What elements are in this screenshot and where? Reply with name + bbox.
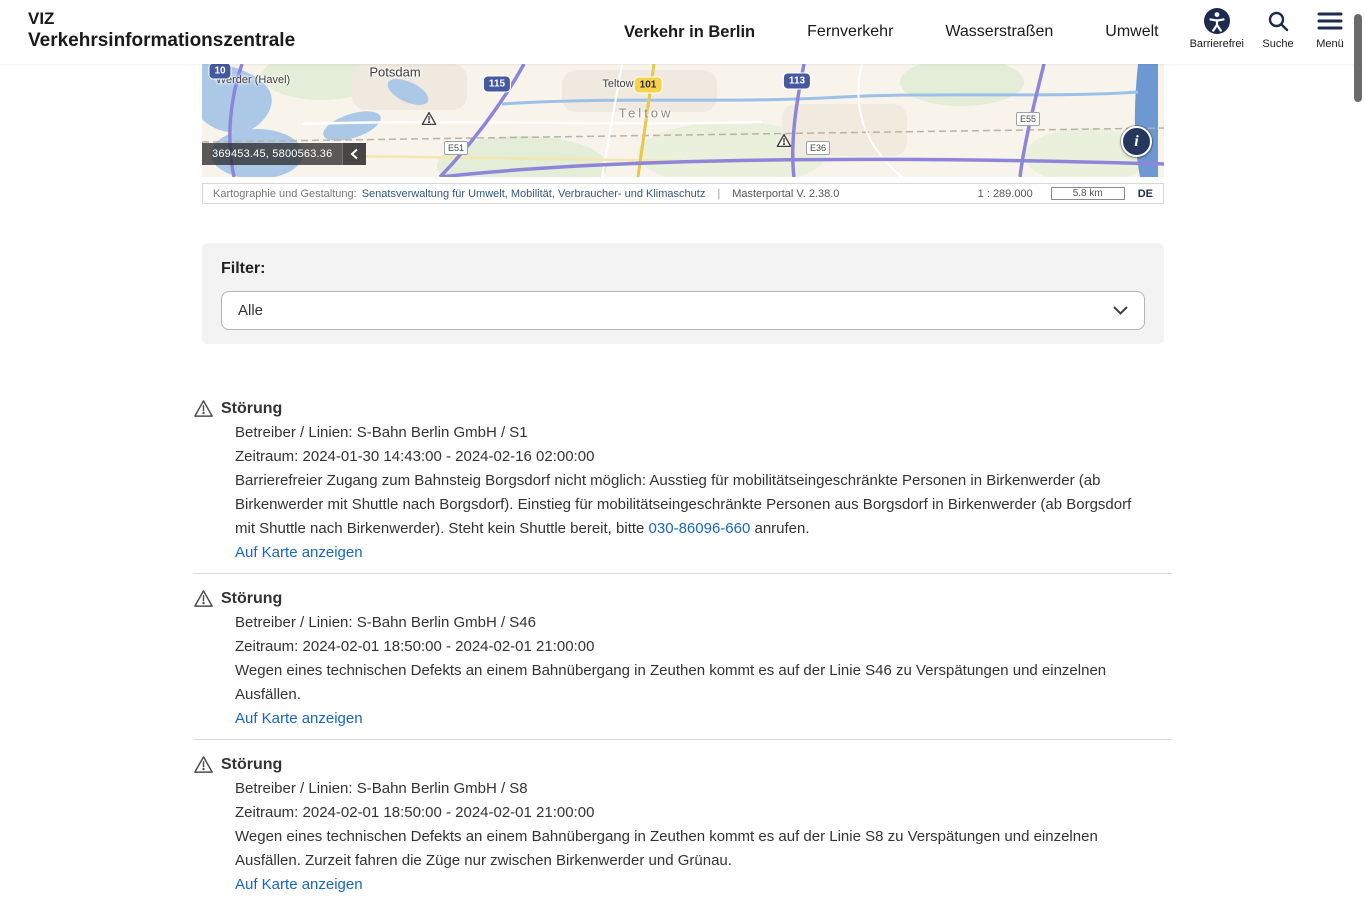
filter-heading: Filter: <box>221 260 1145 278</box>
list-item: Störung Betreiber / Linien: S-Bahn Berli… <box>193 739 1172 905</box>
nav-fernverkehr[interactable]: Fernverkehr <box>807 23 893 41</box>
menu-icon <box>1317 7 1343 35</box>
filter-selected-value: Alle <box>238 302 263 319</box>
header: VIZ Verkehrsinformationszentrale Verkehr… <box>0 0 1364 64</box>
header-tools: Barrierefrei Suche Menü <box>1190 7 1348 50</box>
warning-icon <box>193 399 214 423</box>
show-on-map-link[interactable]: Auf Karte anzeigen <box>235 541 363 565</box>
motorway-shield-a115: 115 <box>484 77 510 92</box>
coordinates-bar: 369453.45, 5800563.36 <box>202 143 366 165</box>
accessibility-icon <box>1203 7 1231 35</box>
nav-verkehr-in-berlin[interactable]: Verkehr in Berlin <box>624 23 755 42</box>
entry-operator: Betreiber / Linien: S-Bahn Berlin GmbH /… <box>235 777 1172 801</box>
entry-title: Störung <box>221 753 1172 777</box>
motorway-shield-a10: 10 <box>209 64 230 79</box>
warning-icon <box>193 589 214 613</box>
attribution-prefix: Kartographie und Gestaltung: <box>213 188 357 200</box>
list-item: Störung Betreiber / Linien: S-Bahn Berli… <box>193 397 1172 573</box>
show-on-map-link[interactable]: Auf Karte anzeigen <box>235 707 363 731</box>
main-nav: Verkehr in Berlin Fernverkehr Wasserstra… <box>624 0 1159 64</box>
map-warning-icon[interactable] <box>776 133 792 153</box>
route-label-e36: E36 <box>806 141 830 155</box>
menu-button[interactable]: Menü <box>1312 7 1348 50</box>
info-icon[interactable]: i <box>1121 126 1152 157</box>
logo-title: Verkehrsinformationszentrale <box>28 29 295 53</box>
nav-wasserstrassen[interactable]: Wasserstraßen <box>945 23 1053 41</box>
route-label-e51: E51 <box>444 141 468 155</box>
vertical-scrollbar[interactable] <box>1354 14 1362 102</box>
entry-period: Zeitraum: 2024-02-01 18:50:00 - 2024-02-… <box>235 635 1172 659</box>
logo[interactable]: VIZ Verkehrsinformationszentrale <box>28 9 295 53</box>
nav-umwelt[interactable]: Umwelt <box>1105 23 1158 41</box>
list-item: Störung Betreiber / Linien: S-Bahn Berli… <box>193 573 1172 739</box>
entry-title: Störung <box>221 587 1172 611</box>
menu-label: Menü <box>1316 38 1344 50</box>
entry-period: Zeitraum: 2024-02-01 18:50:00 - 2024-02-… <box>235 801 1172 825</box>
entry-description: Barrierefreier Zugang zum Bahnsteig Borg… <box>235 469 1143 541</box>
scale-bar: 5.8 km <box>1051 187 1125 200</box>
entry-operator: Betreiber / Linien: S-Bahn Berlin GmbH /… <box>235 421 1172 445</box>
show-on-map-link[interactable]: Auf Karte anzeigen <box>235 873 363 897</box>
accessibility-label: Barrierefrei <box>1190 38 1244 50</box>
collapse-arrow-icon[interactable] <box>342 143 366 165</box>
motorway-shield-a113: 113 <box>784 74 810 89</box>
map-label-teltow-city: Teltow <box>602 78 633 90</box>
language-switcher[interactable]: DE <box>1138 188 1153 200</box>
entry-title: Störung <box>221 397 1172 421</box>
attribution-separator: | <box>717 188 720 200</box>
map-canvas[interactable]: Potsdam Werder (Havel) Teltow Teltow 10 … <box>202 64 1164 177</box>
map-label-teltow-area: Teltow <box>619 106 674 121</box>
filter-select[interactable]: Alle <box>221 291 1145 330</box>
search-button[interactable]: Suche <box>1260 7 1296 50</box>
route-label-e55: E55 <box>1016 112 1040 126</box>
chevron-down-icon <box>1113 302 1128 319</box>
accessibility-button[interactable]: Barrierefrei <box>1190 7 1244 50</box>
road-shield-b101: 101 <box>635 78 662 93</box>
search-icon <box>1266 7 1290 35</box>
disruption-list: Störung Betreiber / Linien: S-Bahn Berli… <box>193 397 1172 905</box>
map-section: Potsdam Werder (Havel) Teltow Teltow 10 … <box>202 64 1164 204</box>
map-label-potsdam: Potsdam <box>369 65 420 80</box>
entry-period: Zeitraum: 2024-01-30 14:43:00 - 2024-02-… <box>235 445 1172 469</box>
attribution-link[interactable]: Senatsverwaltung für Umwelt, Mobilität, … <box>362 188 706 200</box>
entry-description: Wegen eines technischen Defekts an einem… <box>235 825 1143 873</box>
masterportal-version: Masterportal V. 2.38.0 <box>732 188 839 200</box>
filter-panel: Filter: Alle <box>202 243 1164 344</box>
scale-ratio: 1 : 289.000 <box>978 188 1033 200</box>
map-attribution: Kartographie und Gestaltung: Senatsverwa… <box>202 183 1164 204</box>
logo-viz: VIZ <box>28 9 295 29</box>
search-label: Suche <box>1262 38 1293 50</box>
mouse-coordinates: 369453.45, 5800563.36 <box>202 143 342 165</box>
phone-link[interactable]: 030-86096-660 <box>649 520 751 537</box>
warning-icon <box>193 755 214 779</box>
entry-operator: Betreiber / Linien: S-Bahn Berlin GmbH /… <box>235 611 1172 635</box>
map-warning-icon[interactable] <box>421 111 437 131</box>
entry-description: Wegen eines technischen Defekts an einem… <box>235 659 1143 707</box>
